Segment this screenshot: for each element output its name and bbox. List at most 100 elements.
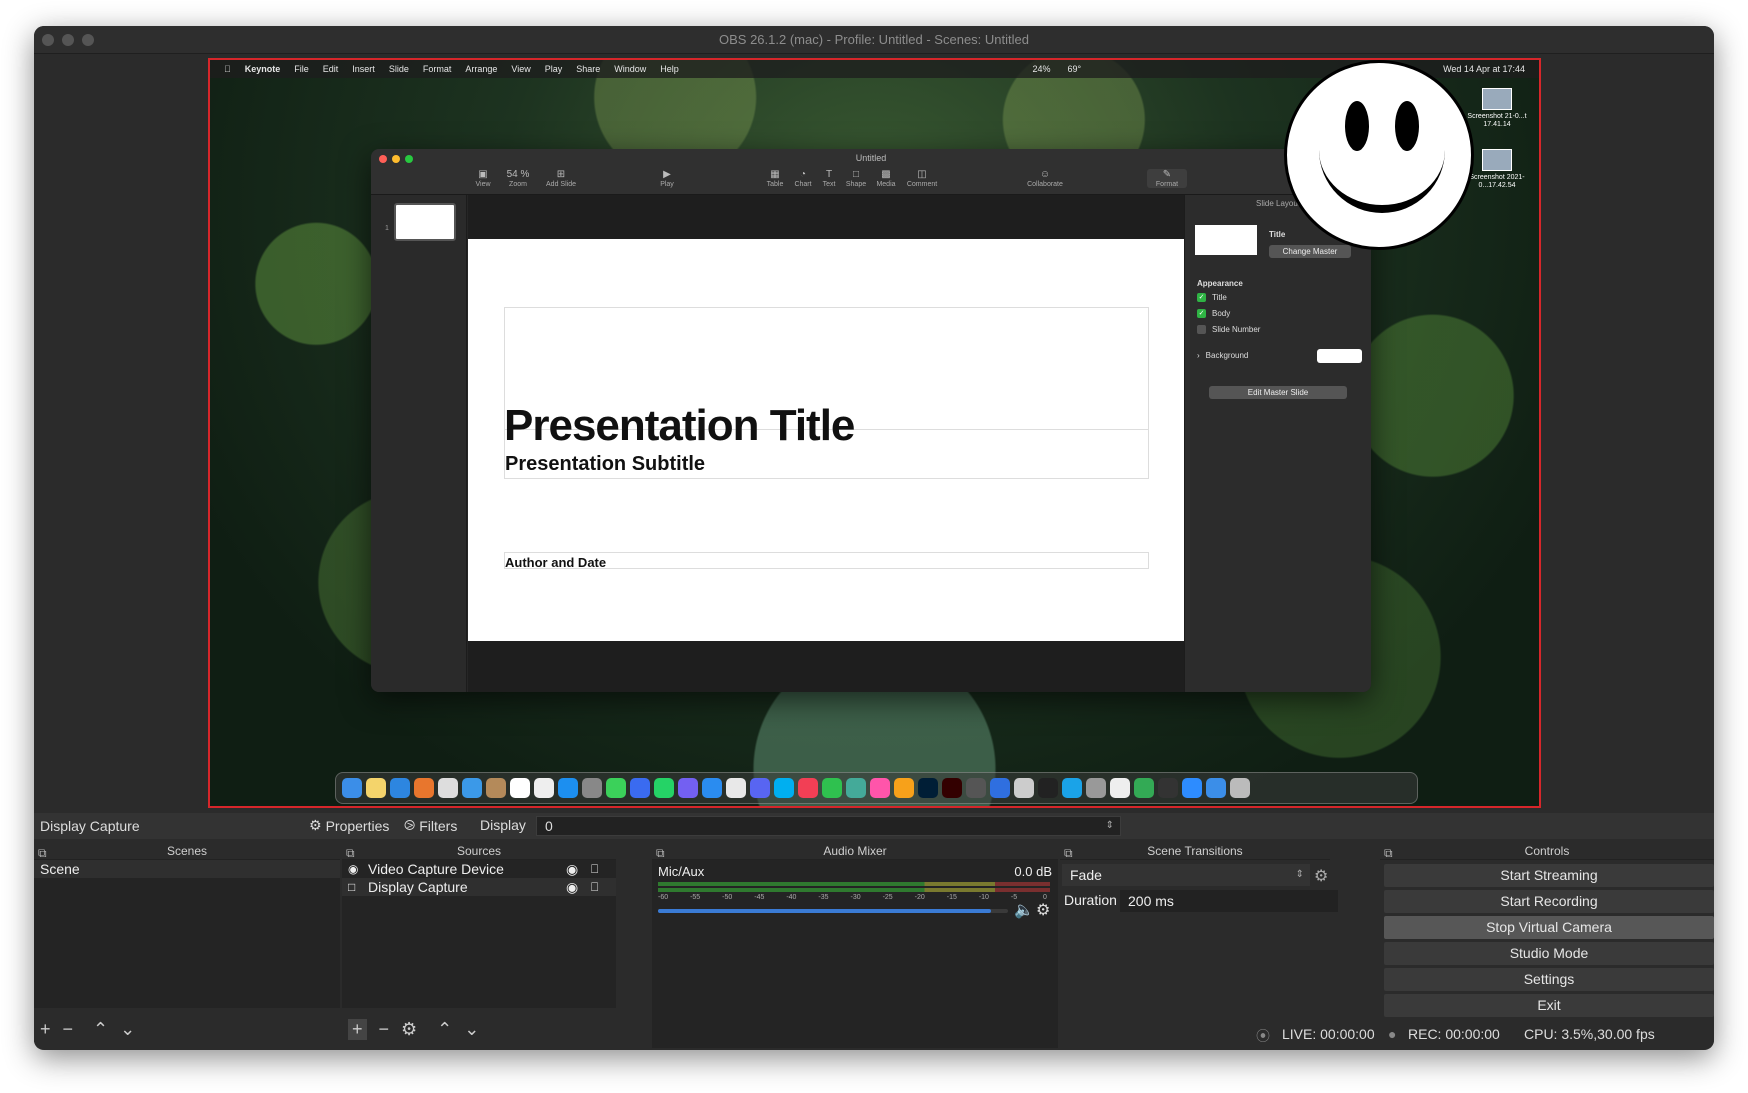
slide-author: Author and Date [505,555,607,570]
sources-list: ◉ Video Capture Device ◉ ⎕ □ Display Cap… [342,860,616,1008]
finder-icon [342,778,362,798]
stop-virtual-camera-button[interactable]: Stop Virtual Camera [1384,916,1714,939]
messages-icon [606,778,626,798]
duration-label: Duration [1064,892,1117,908]
scenes-header: ⧉ Scenes [34,842,340,860]
viber-icon [678,778,698,798]
duration-spinbox[interactable]: 200 ms [1120,890,1338,912]
proxyman-icon [1134,778,1154,798]
move-up-icon[interactable]: ⌃ [93,1019,108,1040]
add-scene-button[interactable]: + [40,1019,51,1040]
sidebar-icon: ▣ [478,169,488,180]
music-icon [798,778,818,798]
whatsapp-icon [654,778,674,798]
meter-scale-tick: -10 [978,894,989,901]
firefox-icon [414,778,434,798]
play-icon: ▶ [663,169,671,180]
display-select[interactable]: 0 ⇕ [536,816,1121,836]
list-item[interactable]: ◉ Video Capture Device ◉ ⎕ [342,860,616,878]
keynote-toolbar: Untitled ▣ View 54 % Zoom ⊞ Add Slide ▶ Play… [371,149,1371,195]
lock-icon[interactable]: ⎕ [591,878,598,896]
start-recording-button[interactable]: Start Recording [1384,890,1714,913]
zoom-window-button[interactable] [82,34,94,46]
speaker-icon[interactable]: 🔈 [1014,900,1034,920]
menubar-insert: Insert [345,64,375,74]
minimize-window-button[interactable] [62,34,74,46]
slide-number: 1 [385,225,389,232]
textedit-icon [1110,778,1130,798]
keynote-comment-tool: ◫ Comment [902,169,942,188]
notes-icon [366,778,386,798]
meter-scale: -60 -55 -50 -45 -40 -35 -30 -25 -20 -15 -10 -5 0 [658,894,1050,904]
cpu-fps: CPU: 3.5%,30.00 fps [1524,1026,1655,1042]
slide-thumbnail [394,203,456,241]
keynote-canvas: Presentation Title Presentation Subtitle… [468,195,1184,692]
exit-button[interactable]: Exit [1384,994,1714,1017]
settings-button[interactable]: Settings [1384,968,1714,991]
battery-status: 24% [1032,64,1051,74]
preview-canvas[interactable]:  Keynote File Edit Insert Slide Format … [208,58,1541,808]
move-up-icon[interactable]: ⌃ [437,1019,452,1040]
zoom-icon [1182,778,1202,798]
desktop-icon-label: Screenshot 21-0...t 17.41.14 [1467,113,1527,128]
start-streaming-button[interactable]: Start Streaming [1384,864,1714,887]
undock-icon[interactable]: ⧉ [1064,844,1073,862]
channel-level: 0.0 dB [1014,864,1052,879]
chrome-icon [438,778,458,798]
calendar-icon [510,778,530,798]
menubar-share: Share [569,64,600,74]
properties-button[interactable]: ⚙ Properties [309,817,389,834]
final-cut-icon [966,778,986,798]
add-source-button[interactable]: + [348,1018,367,1040]
menubar-clock: Wed 14 Apr at 17:44 [1443,64,1525,74]
signal-icon [702,778,722,798]
slide: Presentation Title Presentation Subtitle… [468,239,1184,641]
keynote-view-tool: ▣ View [463,169,503,188]
rec-timer: REC: 00:00:00 [1408,1026,1500,1042]
studio-mode-button[interactable]: Studio Mode [1384,942,1714,965]
facetime-icon [822,778,842,798]
desktop-screenshot-1: Screenshot 21-0...t 17.41.14 [1462,88,1532,129]
lock-icon[interactable]: ⎕ [591,860,598,878]
remove-source-button[interactable]: − [379,1019,390,1040]
checkbox-checked-icon: ✓ [1197,293,1206,302]
move-down-icon[interactable]: ⌄ [120,1019,135,1040]
transition-select[interactable]: Fade ⇕ [1062,864,1310,886]
undock-icon[interactable]: ⧉ [1384,844,1393,862]
gear-icon: ⚙ [309,817,322,833]
audio-mixer-panel: ⧉ Audio Mixer Mic/Aux 0.0 dB -60 -55 -50 -45… [652,842,1058,1048]
display-select-value: 0 [545,818,553,834]
safari-icon [390,778,410,798]
eye-icon[interactable]: ◉ [566,860,578,878]
gear-icon[interactable]: ⚙ [1036,900,1050,920]
volume-meter [658,882,1050,886]
channel-name: Mic/Aux [658,864,705,879]
move-down-icon[interactable]: ⌄ [464,1019,479,1040]
discord-icon [750,778,770,798]
messenger-icon [630,778,650,798]
obs-icon [1158,778,1178,798]
rec-dot-icon: ● [1388,1026,1397,1042]
volume-slider[interactable] [658,909,1008,913]
eye-icon[interactable]: ◉ [566,878,578,896]
list-item[interactable]: □ Display Capture ◉ ⎕ [342,878,616,896]
undock-icon[interactable]: ⧉ [656,844,665,862]
slide-number-option: Slide Number [1197,325,1260,334]
remove-scene-button[interactable]: − [63,1019,74,1040]
scenes-footer: + − ⌃ ⌄ [34,1016,340,1042]
terminal-icon [1038,778,1058,798]
gear-icon[interactable]: ⚙ [1314,866,1328,886]
illustrator-icon [942,778,962,798]
window-title: OBS 26.1.2 (mac) - Profile: Untitled - S… [719,32,1029,47]
keynote-format-tool: ✎ Format [1147,169,1187,188]
filters-button[interactable]: ⧁ Filters [404,817,457,834]
keychain-icon [1086,778,1106,798]
close-window-button[interactable] [42,34,54,46]
body-option: ✓ Body [1197,309,1231,318]
source-properties-gear-icon[interactable]: ⚙ [401,1019,417,1040]
checkbox-unchecked-icon [1197,325,1206,334]
keynote-zoom-tool: 54 % Zoom [506,169,530,188]
menubar-format: Format [416,64,452,74]
list-item[interactable]: Scene [34,860,340,878]
teamviewer-icon [1062,778,1082,798]
